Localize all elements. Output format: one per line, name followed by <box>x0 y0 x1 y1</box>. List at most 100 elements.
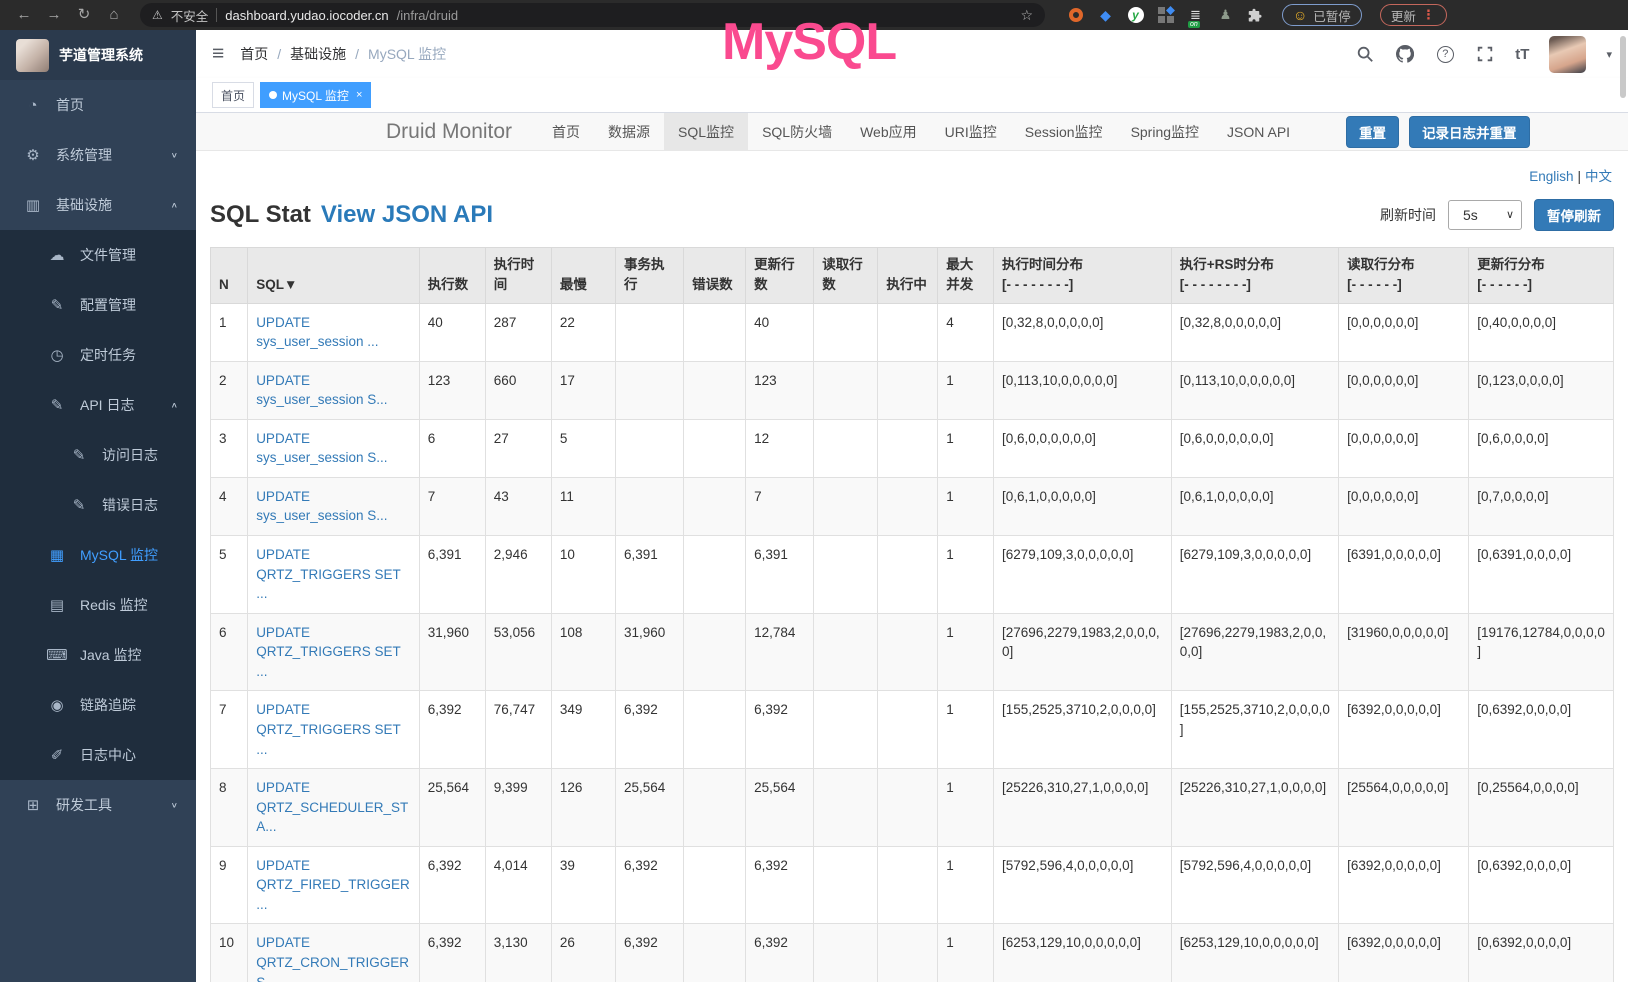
column-header[interactable]: 执行时间分布[- - - - - - - -] <box>994 248 1172 304</box>
sidebar-item[interactable]: ▥ 基础设施 ∧ <box>0 180 196 230</box>
sql-link[interactable]: UPDATE sys_user_session S... <box>256 373 387 408</box>
reload-icon[interactable]: ↻ <box>72 0 96 30</box>
sidebar-item[interactable]: ✎ API 日志 ∧ <box>0 380 196 430</box>
cell-running <box>878 613 938 691</box>
sql-link[interactable]: UPDATE sys_user_session S... <box>256 431 387 466</box>
cell-running <box>878 361 938 419</box>
app-logo[interactable]: 芋道管理系统 <box>0 30 196 80</box>
sql-link[interactable]: UPDATE QRTZ_SCHEDULER_STA... <box>256 780 408 834</box>
sql-link[interactable]: UPDATE QRTZ_TRIGGERS SET ... <box>256 547 400 601</box>
breadcrumb-item[interactable]: MySQL 监控 <box>368 44 446 64</box>
sidebar-item[interactable]: ✎ 错误日志 <box>0 480 196 530</box>
sql-link[interactable]: UPDATE QRTZ_TRIGGERS SET ... <box>256 625 400 679</box>
bookmark-star-icon[interactable]: ☆ <box>1020 7 1033 24</box>
breadcrumb-item[interactable]: 基础设施 <box>290 44 346 64</box>
page-tag[interactable]: 首页 <box>212 82 254 108</box>
avatar-caret-icon[interactable]: ▾ <box>1606 48 1612 61</box>
sidebar-item[interactable]: ✐ 日志中心 <box>0 730 196 780</box>
extension-donut-icon[interactable] <box>1067 7 1084 24</box>
not-secure-label: 不安全 <box>171 6 209 25</box>
column-header[interactable]: 执行数 <box>419 248 485 304</box>
cell-exec-time: 27 <box>485 419 551 477</box>
column-header[interactable]: 读取行分布[- - - - - -] <box>1339 248 1469 304</box>
column-header[interactable]: 执行+RS时分布[- - - - - - - -] <box>1171 248 1338 304</box>
tag-label: 首页 <box>221 87 245 104</box>
sidebar-item[interactable]: ⊞ 研发工具 ∨ <box>0 780 196 830</box>
sidebar-item[interactable]: ◉ 链路追踪 <box>0 680 196 730</box>
druid-nav-item[interactable]: Spring监控 <box>1117 113 1213 151</box>
druid-nav-item[interactable]: SQL防火墙 <box>748 113 846 151</box>
druid-nav-item[interactable]: Web应用 <box>846 113 931 151</box>
druid-nav-item[interactable]: URI监控 <box>931 113 1011 151</box>
sidebar-item[interactable]: ✎ 配置管理 <box>0 280 196 330</box>
log-and-reset-button[interactable]: 记录日志并重置 <box>1409 116 1530 148</box>
help-icon[interactable]: ? <box>1435 44 1455 64</box>
column-header[interactable]: 事务执行 <box>615 248 683 304</box>
column-header[interactable]: N <box>211 248 248 304</box>
cell-update-rows: 123 <box>746 361 814 419</box>
lang-english-link[interactable]: English <box>1529 169 1573 184</box>
search-icon[interactable] <box>1355 44 1375 64</box>
column-header[interactable]: SQL▼ <box>248 248 420 304</box>
extension-squares-icon[interactable] <box>1157 7 1174 24</box>
column-header[interactable]: 最大并发 <box>938 248 994 304</box>
column-header[interactable]: 读取行数 <box>814 248 878 304</box>
column-header[interactable]: 最慢 <box>551 248 615 304</box>
sidebar-item[interactable]: ◷ 定时任务 <box>0 330 196 380</box>
hamburger-icon[interactable]: ≡ <box>212 42 224 66</box>
column-header[interactable]: 执行中 <box>878 248 938 304</box>
druid-nav-item[interactable]: Session监控 <box>1011 113 1117 151</box>
address-bar[interactable]: ⚠ 不安全 dashboard.yudao.iocoder.cn/infra/d… <box>140 3 1045 27</box>
extension-gem-icon[interactable]: ◆ <box>1097 7 1114 24</box>
sidebar-item[interactable]: ▤ Redis 监控 <box>0 580 196 630</box>
sql-link[interactable]: UPDATE QRTZ_TRIGGERS SET ... <box>256 702 400 756</box>
github-icon[interactable] <box>1395 44 1415 64</box>
sql-link[interactable]: UPDATE sys_user_session ... <box>256 315 378 350</box>
avatar[interactable] <box>1549 36 1586 73</box>
back-icon[interactable]: ← <box>12 0 36 30</box>
pause-refresh-button[interactable]: 暂停刷新 <box>1534 199 1614 231</box>
sql-link[interactable]: UPDATE sys_user_session S... <box>256 489 387 524</box>
cell-tx-exec: 6,392 <box>615 846 683 924</box>
sql-link[interactable]: UPDATE QRTZ_CRON_TRIGGERS... <box>256 935 409 982</box>
reset-button[interactable]: 重置 <box>1346 116 1399 148</box>
extension-misc-icon[interactable]: ♟ <box>1217 7 1234 24</box>
extensions-puzzle-icon[interactable] <box>1247 7 1264 24</box>
column-header[interactable]: 执行时间 <box>485 248 551 304</box>
druid-nav-item[interactable]: SQL监控 <box>664 113 748 151</box>
druid-nav-item[interactable]: 数据源 <box>594 113 664 151</box>
sidebar-item[interactable]: ☁ 文件管理 <box>0 230 196 280</box>
page-scrollbar[interactable] <box>1620 36 1626 98</box>
tag-close-icon[interactable]: × <box>356 89 362 101</box>
table-body: 1 UPDATE sys_user_session ... 40 287 22 … <box>211 303 1614 982</box>
breadcrumb-item[interactable]: 首页 <box>240 44 268 64</box>
sidebar-item[interactable]: ▦ MySQL 监控 <box>0 530 196 580</box>
cell-exec-count: 40 <box>419 303 485 361</box>
sidebar-item[interactable]: ⌨ Java 监控 <box>0 630 196 680</box>
browser-menu-icon[interactable]: ⋮ <box>1422 7 1436 23</box>
sidebar-item[interactable]: ⚙ 系统管理 ∨ <box>0 130 196 180</box>
sidebar-item[interactable]: ◔ 首页 <box>0 80 196 130</box>
extension-y-icon[interactable]: y <box>1127 7 1144 24</box>
column-header[interactable]: 更新行分布[- - - - - -] <box>1469 248 1614 304</box>
lang-chinese-link[interactable]: 中文 <box>1585 169 1612 184</box>
browser-update-button[interactable]: 更新 ⋮ <box>1380 4 1447 26</box>
forward-icon[interactable]: → <box>42 0 66 30</box>
column-header[interactable]: 更新行数 <box>746 248 814 304</box>
home-icon[interactable]: ⌂ <box>102 0 126 30</box>
cell-max-concurrent: 1 <box>938 536 994 614</box>
column-header[interactable]: 错误数 <box>684 248 746 304</box>
page-tag[interactable]: MySQL 监控 × <box>260 82 371 108</box>
profile-paused-pill[interactable]: ☺ 已暂停 <box>1282 4 1362 26</box>
druid-nav-item[interactable]: JSON API <box>1213 113 1304 151</box>
druid-brand[interactable]: Druid Monitor <box>386 120 512 144</box>
extension-list-icon[interactable]: ≣on <box>1187 7 1204 24</box>
font-size-icon[interactable]: tT <box>1515 46 1529 63</box>
sidebar-item-label: 日志中心 <box>80 745 136 765</box>
fullscreen-icon[interactable] <box>1475 44 1495 64</box>
druid-nav-item[interactable]: 首页 <box>538 113 594 151</box>
sidebar-item[interactable]: ✎ 访问日志 <box>0 430 196 480</box>
sql-link[interactable]: UPDATE QRTZ_FIRED_TRIGGER... <box>256 858 410 912</box>
refresh-interval-select[interactable]: 5s <box>1448 200 1522 230</box>
view-json-api-link[interactable]: View JSON API <box>321 201 493 229</box>
